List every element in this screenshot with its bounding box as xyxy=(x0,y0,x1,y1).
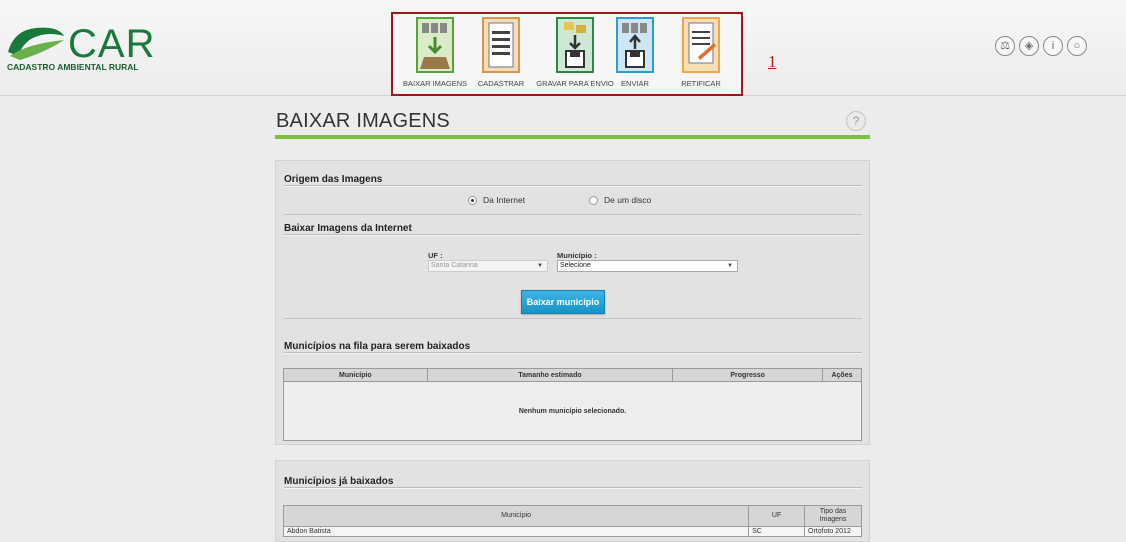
title-underline xyxy=(275,135,870,139)
annotation-number: 1 xyxy=(768,52,777,71)
column-header: Tipo das Imagens xyxy=(804,505,862,527)
car-logo-icon xyxy=(8,27,64,60)
divider xyxy=(284,234,862,236)
radio-disk[interactable]: De um disco xyxy=(589,195,652,206)
column-header: Ações xyxy=(822,368,862,382)
municipio-value: Selecione xyxy=(560,262,591,269)
downloaded-header-row: Município UF Tipo das Imagens xyxy=(282,505,862,527)
queue-table: Município Tamanho estimado Progresso Açõ… xyxy=(283,368,862,441)
table-row[interactable]: Abdon Batista SC Ortofoto 2012 xyxy=(282,526,862,537)
divider xyxy=(284,318,862,319)
toolbar-label: BAIXAR IMAGENS xyxy=(403,79,468,88)
toolbar-label: ENVIAR xyxy=(621,79,649,88)
download-municipio-button[interactable]: Baixar município xyxy=(521,290,605,314)
download-images-icon xyxy=(416,17,454,73)
save-for-sending-icon xyxy=(556,17,594,73)
column-header: Progresso xyxy=(672,368,823,382)
logo-subtitle: CADASTRO AMBIENTAL RURAL xyxy=(7,62,139,72)
divider xyxy=(284,352,862,354)
info-icon[interactable]: i xyxy=(1043,36,1063,56)
radio-disk-label: De um disco xyxy=(604,195,652,205)
radio-internet-button[interactable] xyxy=(468,196,477,206)
municipio-label: Município : xyxy=(557,251,597,260)
uf-cell: SC xyxy=(748,526,806,537)
toolbar-label: RETIFICAR xyxy=(681,79,721,88)
chevron-down-icon: ▼ xyxy=(727,263,733,269)
register-document-icon xyxy=(482,17,520,73)
toolbar-label: CADASTRAR xyxy=(477,79,525,88)
power-icon[interactable]: ○ xyxy=(1067,36,1087,56)
radio-internet[interactable]: Da Internet xyxy=(468,195,526,206)
queue-heading: Municípios na fila para serem baixados xyxy=(284,341,471,352)
download-heading: Baixar Imagens da Internet xyxy=(284,223,412,234)
divider xyxy=(284,214,862,215)
chevron-down-icon: ▼ xyxy=(537,263,543,269)
scales-icon[interactable]: ⚖ xyxy=(995,36,1015,56)
logo-title: CAR xyxy=(68,22,156,66)
toolbar-rectify[interactable]: RETIFICAR xyxy=(669,17,733,95)
municipio-cell: Abdon Batista xyxy=(282,526,750,537)
tipo-cell: Ortofoto 2012 xyxy=(804,526,862,537)
car-logo: CAR CADASTRO AMBIENTAL RURAL xyxy=(6,22,156,74)
toolbar-send[interactable]: ENVIAR xyxy=(603,17,667,95)
empty-message: Nenhum município selecionado. xyxy=(283,381,862,441)
toolbar-register[interactable]: CADASTRAR xyxy=(469,17,533,95)
divider xyxy=(284,487,862,489)
app-header: CAR CADASTRO AMBIENTAL RURAL BAIXAR IMAG… xyxy=(0,0,1126,96)
help-icon[interactable]: ? xyxy=(846,111,866,131)
municipio-select[interactable]: Selecione ▼ xyxy=(557,260,738,272)
book-icon[interactable]: ◈ xyxy=(1019,36,1039,56)
send-upload-icon xyxy=(616,17,654,73)
radio-internet-label: Da Internet xyxy=(483,195,526,205)
table-row: Nenhum município selecionado. xyxy=(283,381,862,441)
toolbar-download-images[interactable]: BAIXAR IMAGENS xyxy=(403,17,467,95)
uf-value: Santa Catarina xyxy=(431,262,478,269)
divider xyxy=(284,185,862,187)
column-header: Tamanho estimado xyxy=(426,368,674,382)
downloaded-heading: Municípios já baixados xyxy=(284,476,394,487)
origin-heading: Origem das Imagens xyxy=(284,174,383,185)
queue-header-row: Município Tamanho estimado Progresso Açõ… xyxy=(283,368,862,382)
radio-disk-button[interactable] xyxy=(589,196,598,206)
uf-label: UF : xyxy=(428,251,443,260)
downloaded-table: Município UF Tipo das Imagens Abdon Bati… xyxy=(282,505,862,537)
main-toolbar: BAIXAR IMAGENS CADASTRAR GRAVAR PARA ENV… xyxy=(391,12,743,96)
column-header: UF xyxy=(748,505,806,527)
rectify-document-icon xyxy=(682,17,720,73)
column-header: Município xyxy=(282,505,750,527)
uf-select: Santa Catarina ▼ xyxy=(428,260,548,272)
page-title: BAIXAR IMAGENS xyxy=(276,110,450,132)
column-header: Município xyxy=(283,368,428,382)
